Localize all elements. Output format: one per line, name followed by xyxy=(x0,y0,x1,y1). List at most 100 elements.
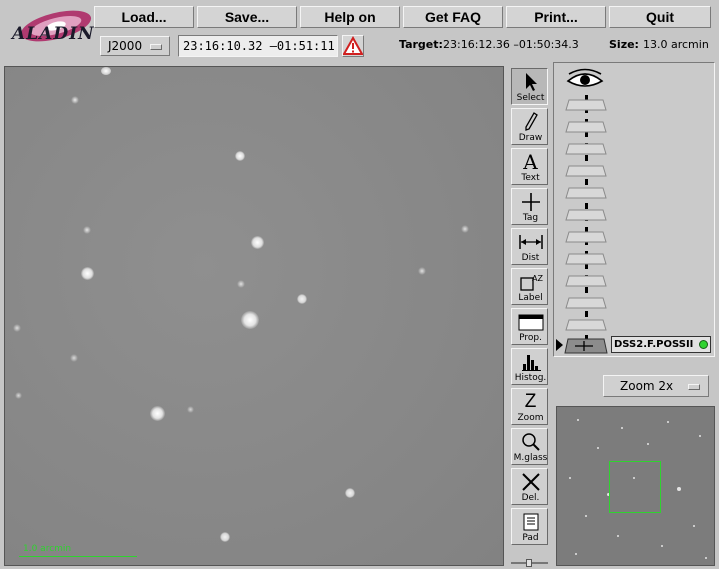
svg-text:AZ: AZ xyxy=(532,274,543,283)
star xyxy=(418,267,426,275)
star xyxy=(345,488,355,498)
sky-image-view[interactable] xyxy=(4,66,504,566)
tool-label[interactable]: AZ Label xyxy=(511,268,548,305)
help-button[interactable]: Help on xyxy=(300,6,400,28)
star xyxy=(15,392,22,399)
label-az-icon: AZ xyxy=(512,271,549,293)
arrow-pointer-icon xyxy=(512,71,549,93)
survey-label[interactable]: DSS2.F.POSSII xyxy=(611,336,711,353)
star xyxy=(297,294,307,304)
thumb-star xyxy=(647,443,649,445)
tool-label: Histog. xyxy=(514,373,547,383)
target-info: Target: 23:16:12.36 –01:50:34.3 Size: 13… xyxy=(396,36,714,56)
tool-tag[interactable]: Tag xyxy=(511,188,548,225)
tool-label: Label xyxy=(518,293,543,303)
star xyxy=(461,225,469,233)
star xyxy=(83,226,91,234)
tool-magnifier[interactable]: M.glass xyxy=(511,428,548,465)
thumbnail-navigator[interactable] xyxy=(556,406,715,566)
size-label: Size: xyxy=(609,38,639,51)
thumb-star xyxy=(621,427,623,429)
tool-label: Dist xyxy=(521,253,540,263)
empty-plane[interactable] xyxy=(565,143,607,155)
tool-histogram[interactable]: Histog. xyxy=(511,348,548,385)
empty-plane[interactable] xyxy=(565,209,607,221)
empty-plane[interactable] xyxy=(565,121,607,133)
scale-line xyxy=(19,556,137,557)
print-button[interactable]: Print... xyxy=(506,6,606,28)
faq-button[interactable]: Get FAQ xyxy=(403,6,503,28)
tool-label: Zoom xyxy=(517,413,544,423)
zoom-value: Zoom 2x xyxy=(620,379,674,393)
x-cross-icon xyxy=(512,471,549,493)
window-icon xyxy=(512,311,549,333)
empty-plane[interactable] xyxy=(565,99,607,111)
empty-plane[interactable] xyxy=(565,231,607,243)
distance-arrows-icon xyxy=(512,231,549,253)
notepad-icon xyxy=(512,511,549,533)
thumb-star xyxy=(569,477,571,479)
thumb-star xyxy=(661,545,663,547)
star xyxy=(251,236,264,249)
empty-plane[interactable] xyxy=(565,187,607,199)
empty-plane[interactable] xyxy=(565,275,607,287)
thumb-star xyxy=(677,487,681,491)
zoom-select[interactable]: Zoom 2x xyxy=(603,375,709,397)
star xyxy=(150,406,165,421)
tool-label: M.glass xyxy=(513,453,548,463)
tool-delete[interactable]: Del. xyxy=(511,468,548,505)
star xyxy=(71,96,79,104)
star xyxy=(70,354,78,362)
warning-button[interactable] xyxy=(342,35,364,57)
quit-button[interactable]: Quit xyxy=(609,6,711,28)
warning-triangle-icon xyxy=(342,35,364,55)
pencil-icon xyxy=(512,111,549,133)
star xyxy=(81,267,94,280)
tool-label: Text xyxy=(521,173,540,183)
star xyxy=(220,532,230,542)
status-dot-icon xyxy=(699,340,708,349)
logo-text: ALADIN xyxy=(12,24,95,44)
scale-bar: 1.0 arcmin xyxy=(19,544,137,558)
letter-z-icon: Z xyxy=(524,391,537,412)
tool-label: Tag xyxy=(522,213,539,223)
star xyxy=(101,67,111,75)
tool-dist[interactable]: Dist xyxy=(511,228,548,265)
thumb-star xyxy=(699,435,701,437)
frame-select[interactable]: J2000 xyxy=(100,36,170,56)
thumb-star xyxy=(617,535,619,537)
tool-label: Select xyxy=(516,93,545,103)
thumb-star xyxy=(575,553,577,555)
save-button[interactable]: Save... xyxy=(197,6,297,28)
magnifier-icon xyxy=(512,431,549,453)
empty-plane[interactable] xyxy=(565,253,607,265)
empty-plane[interactable] xyxy=(565,297,607,309)
position-input[interactable]: 23:16:10.32 –01:51:11.1 xyxy=(178,35,338,57)
tool-properties[interactable]: Prop. xyxy=(511,308,548,345)
empty-plane[interactable] xyxy=(565,319,607,331)
load-button[interactable]: Load... xyxy=(94,6,194,28)
dropdown-icon xyxy=(688,384,700,390)
star xyxy=(235,151,245,161)
dropdown-icon xyxy=(150,44,162,50)
star xyxy=(241,311,259,329)
tool-label: Del. xyxy=(521,493,540,503)
target-value: 23:16:12.36 –01:50:34.3 xyxy=(443,38,579,51)
active-plane[interactable] xyxy=(555,336,609,359)
tool-draw[interactable]: Draw xyxy=(511,108,548,145)
tool-select[interactable]: Select xyxy=(511,68,548,105)
view-rectangle[interactable] xyxy=(609,461,661,513)
thumb-star xyxy=(585,515,587,517)
crosshair-icon xyxy=(512,191,549,213)
thumb-star xyxy=(667,421,669,423)
histogram-icon xyxy=(512,351,549,373)
letter-a-icon: A xyxy=(523,150,538,174)
eye-icon[interactable] xyxy=(565,67,605,96)
tool-zoom[interactable]: Z Zoom xyxy=(511,388,548,425)
empty-plane[interactable] xyxy=(565,165,607,177)
star xyxy=(187,406,194,413)
tool-pad[interactable]: Pad xyxy=(511,508,548,545)
aladin-logo: ALADIN xyxy=(6,4,95,54)
tool-slider-knob[interactable] xyxy=(526,559,532,567)
tool-text[interactable]: A Text xyxy=(511,148,548,185)
